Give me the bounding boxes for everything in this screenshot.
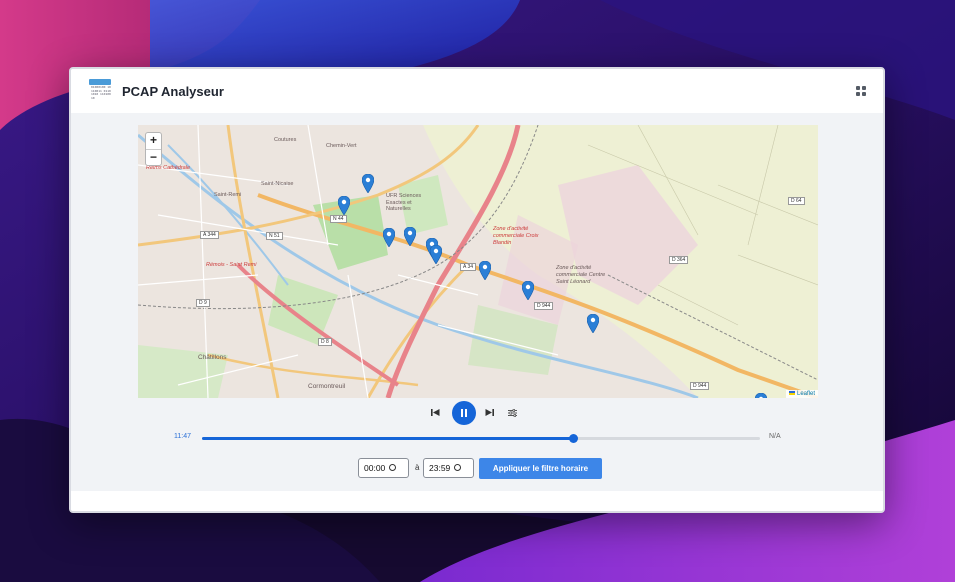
app-window: 01000100 10110011 01101010 11010010 PCAP… (69, 67, 885, 513)
skip-back-icon[interactable] (431, 408, 440, 417)
zoom-in-button[interactable]: + (146, 133, 161, 149)
road-shield: D 364 (669, 256, 689, 264)
road-shield: D 9 (196, 299, 210, 307)
app-header: 01000100 10110011 01101010 11010010 PCAP… (71, 69, 883, 113)
map-label-chemin-vert: Chemin-Vert (326, 143, 357, 149)
clock-icon (454, 464, 462, 472)
map-marker-icon[interactable] (338, 196, 350, 215)
app-logo: 01000100 10110011 01101010 11010010 (89, 79, 111, 103)
map-marker-icon[interactable] (587, 314, 599, 333)
map-label-ufr: UFR Sciences Exactes et Naturelles (386, 193, 422, 212)
ukraine-flag-icon (788, 391, 795, 396)
clock-icon (389, 464, 397, 472)
road-shield: D 944 (534, 302, 554, 310)
pause-icon (461, 409, 467, 417)
map-marker-icon[interactable] (430, 245, 442, 264)
grid-icon[interactable] (856, 86, 866, 96)
timeline-progress (202, 437, 574, 440)
map-marker-icon[interactable] (383, 228, 395, 247)
map-label-zone-saint-leonard: Zone d'activité commerciale Centre Saint… (556, 265, 606, 285)
road-shield: D 64 (788, 197, 805, 205)
main-content: Coutures Chemin-Vert Reims Cathédrale Sa… (71, 113, 883, 493)
road-shield: A 34 (460, 263, 477, 271)
app-title: PCAP Analyseur (122, 84, 224, 99)
settings-sliders-icon[interactable] (508, 409, 517, 417)
map-marker-icon[interactable] (404, 227, 416, 246)
map-label-zone-croix-blandin: Zone d'activité commerciale Croix Blandi… (493, 226, 539, 246)
map-marker-icon[interactable] (522, 281, 534, 300)
map-view[interactable]: Coutures Chemin-Vert Reims Cathédrale Sa… (138, 125, 818, 398)
road-shield: A 344 (200, 231, 219, 239)
pause-button[interactable] (452, 401, 476, 425)
time-filter: 00:00 à 23:59 Appliquer le filtre horair… (71, 458, 883, 480)
skip-forward-icon[interactable] (485, 408, 494, 417)
footer (71, 491, 883, 511)
end-time-input[interactable]: 23:59 (423, 458, 474, 478)
map-label-saint-remi: Saint-Remi (214, 192, 242, 198)
end-time-value: 23:59 (429, 463, 451, 473)
map-marker-icon[interactable] (362, 174, 374, 193)
apply-filter-button[interactable]: Appliquer le filtre horaire (479, 458, 602, 479)
zoom-out-button[interactable]: − (146, 149, 161, 165)
map-label-coutures: Coutures (274, 137, 297, 143)
end-time: N/A (769, 433, 781, 440)
timeline-thumb[interactable] (569, 434, 579, 443)
map-label-cormontreuil: Cormontreuil (308, 383, 346, 390)
road-shield: D 944 (690, 382, 710, 390)
map-attribution[interactable]: Leaflet (785, 390, 818, 398)
zoom-control: + − (145, 132, 162, 166)
road-shield: N 51 (266, 232, 283, 240)
map-label-saint-nicaise: Saint-Nicaise (261, 181, 294, 187)
road-shield: N 44 (330, 215, 347, 223)
map-label-chatillons: Châtillons (198, 354, 227, 361)
start-time-value: 00:00 (364, 463, 386, 473)
start-time-input[interactable]: 00:00 (358, 458, 409, 478)
attribution-link[interactable]: Leaflet (797, 391, 815, 397)
map-marker-icon[interactable] (755, 393, 767, 398)
playback-controls (71, 401, 883, 431)
map-label-remois: Rémois - Saint Remi (206, 262, 257, 268)
timeline: 11:47 N/A (71, 431, 883, 447)
map-marker-icon[interactable] (479, 261, 491, 280)
logo-binary-text: 01000100 10110011 01101010 11010010 (91, 85, 111, 100)
road-shield: D 8 (318, 338, 332, 346)
timeline-slider[interactable] (202, 434, 760, 443)
current-time: 11:47 (174, 433, 191, 440)
time-separator: à (415, 463, 420, 472)
